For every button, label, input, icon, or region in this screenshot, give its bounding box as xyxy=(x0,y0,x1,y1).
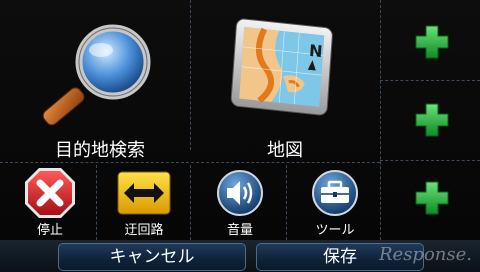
grid-divider xyxy=(0,162,380,163)
grid-divider xyxy=(286,165,287,240)
add-shortcut-button-1[interactable] xyxy=(412,22,452,62)
stop-label: 停止 xyxy=(36,223,63,238)
detour-label: 迂回路 xyxy=(124,223,164,238)
tools-label: ツール xyxy=(315,223,355,238)
grid-divider xyxy=(190,0,191,150)
watermark-logo: Response. xyxy=(378,244,472,265)
add-shortcut-button-3[interactable] xyxy=(412,178,452,218)
grid-divider xyxy=(380,80,480,81)
menu-screen: 目的地検索 N 地図 停止 迂回路 音量 ツール キャンセル 保存 Respon… xyxy=(0,0,480,272)
cancel-button[interactable]: キャンセル xyxy=(58,243,246,271)
volume-label: 音量 xyxy=(226,223,253,238)
map-icon: N xyxy=(230,18,333,116)
grid-divider xyxy=(190,165,191,240)
svg-text:N: N xyxy=(308,41,323,61)
magnifier-icon xyxy=(42,24,151,126)
plus-icon xyxy=(415,181,449,215)
map-label: 地図 xyxy=(267,140,303,161)
add-shortcut-button-2[interactable] xyxy=(412,100,452,140)
toolbox-icon xyxy=(312,170,358,216)
speaker-icon xyxy=(217,170,263,216)
search-destination-label: 目的地検索 xyxy=(55,140,145,161)
grid-divider xyxy=(96,165,97,240)
grid-divider xyxy=(380,160,480,161)
plus-icon xyxy=(415,103,449,137)
detour-arrows-icon xyxy=(117,171,171,215)
stop-x-icon xyxy=(25,168,75,218)
grid-divider xyxy=(380,0,381,240)
plus-icon xyxy=(415,25,449,59)
